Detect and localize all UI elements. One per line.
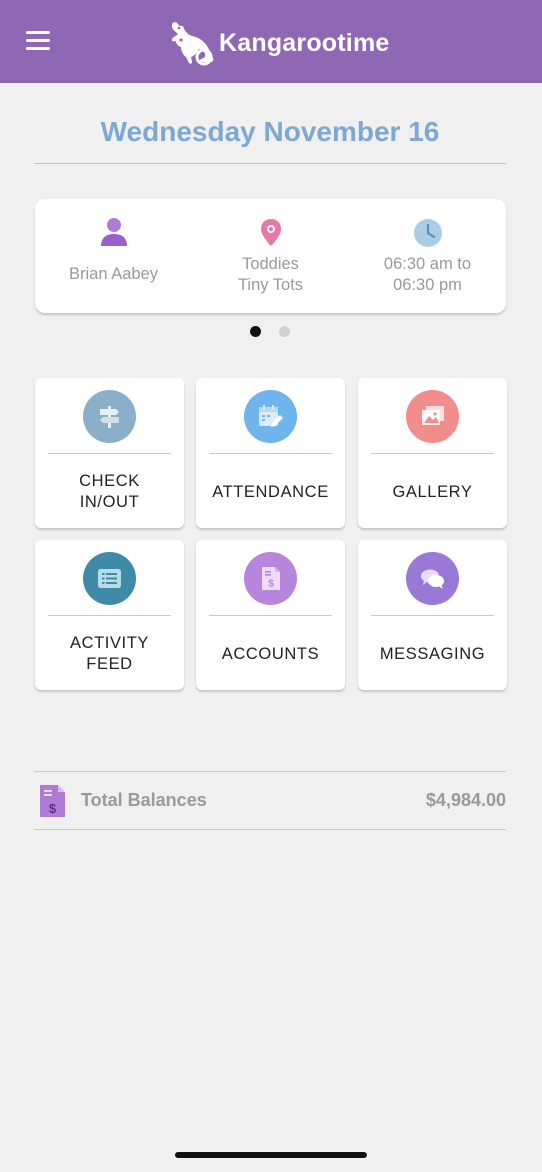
tile-messaging[interactable]: MESSAGING [358,540,507,690]
tile-accounts[interactable]: $ ACCOUNTS [196,540,345,690]
location-line-2: Tiny Tots [237,276,304,294]
signpost-icon [83,390,136,443]
info-person: Brian Aabey [35,199,192,313]
menu-button[interactable] [26,30,52,52]
person-icon [101,218,127,246]
hours-line-2: 06:30 pm [393,276,462,294]
tile-gallery[interactable]: GALLERY [358,378,507,528]
home-indicator[interactable] [175,1152,367,1158]
tile-label: MESSAGING [379,644,486,663]
tile-label: GALLERY [392,482,473,501]
tile-divider [371,615,494,616]
info-location: Toddies Tiny Tots [192,199,349,313]
app-title: Kangarootime [219,28,390,57]
tile-label: ATTENDANCE [212,482,329,501]
brand: Kangarootime [164,20,389,66]
location-pin-icon [261,219,281,246]
total-balances-label: Total Balances [81,790,207,810]
svg-text:$: $ [49,801,57,816]
invoice-icon: $ [244,552,297,605]
date-divider [34,163,506,164]
clock-icon [414,219,442,247]
tile-label: ACTIVITY FEED [69,634,150,673]
tile-divider [209,453,332,454]
hours-line-1: 06:30 am to [383,255,472,273]
app-header: Kangarootime [0,0,542,83]
tile-check-in-out[interactable]: CHECK IN/OUT [35,378,184,528]
kangaroo-logo-icon [171,22,214,66]
calendar-edit-icon [244,390,297,443]
tile-activity-feed[interactable]: ACTIVITY FEED [35,540,184,690]
tile-divider [371,453,494,454]
list-icon [83,552,136,605]
invoice-icon: $ [40,785,65,817]
info-hours: 06:30 am to 06:30 pm [349,199,506,313]
location-line-1: Toddies [242,255,299,273]
balance-divider-top [34,771,506,772]
tile-divider [209,615,332,616]
total-balances-value: $4,984.00 [425,790,506,810]
info-card[interactable]: Brian Aabey Toddies Tiny Tots 06:30 am t… [35,199,506,313]
tile-label: ACCOUNTS [221,644,320,663]
tile-divider [48,453,171,454]
gallery-icon [406,390,459,443]
carousel-dot-active[interactable] [250,326,261,337]
tile-divider [48,615,171,616]
tile-attendance[interactable]: ATTENDANCE [196,378,345,528]
tile-label: CHECK IN/OUT [79,472,140,511]
svg-text:$: $ [268,579,274,590]
carousel-dot[interactable] [279,326,290,337]
page-date: Wednesday November 16 [100,116,440,147]
person-name: Brian Aabey [69,265,158,283]
balance-divider-bottom [34,829,506,830]
chat-bubbles-icon [406,552,459,605]
